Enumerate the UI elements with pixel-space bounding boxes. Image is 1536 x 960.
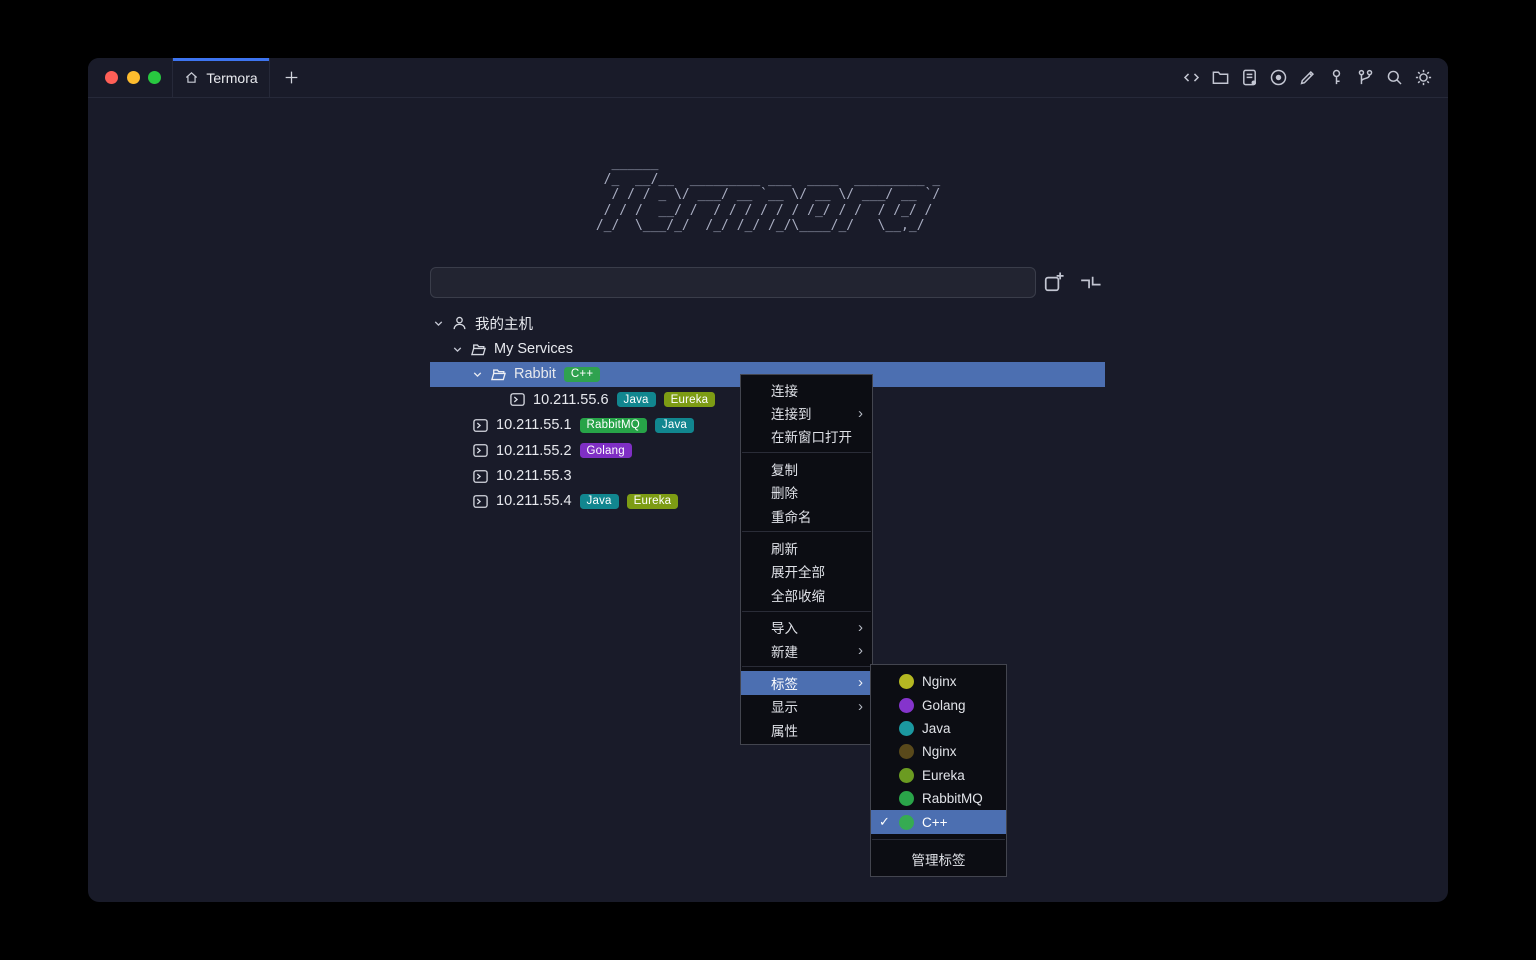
chevron-down-icon[interactable] <box>432 317 445 330</box>
tag-item-java[interactable]: Java <box>871 717 1006 740</box>
banner: ______ /_ __/__ _________ ___ ____ _____… <box>88 156 1448 234</box>
edit-icon[interactable] <box>1298 68 1317 87</box>
tag-badge: Java <box>655 418 694 433</box>
chevron-down-icon[interactable] <box>471 368 484 381</box>
new-tab-button[interactable] <box>270 58 312 97</box>
tab-bar: Termora <box>88 58 1448 98</box>
code-icon[interactable] <box>1182 68 1201 87</box>
branch-icon[interactable] <box>1356 68 1375 87</box>
tag-item-golang[interactable]: Golang <box>871 693 1006 716</box>
tag-item-nginx-1[interactable]: Nginx <box>871 670 1006 693</box>
menu-item-new[interactable]: 新建 › <box>741 639 872 662</box>
host-search-input[interactable] <box>430 267 1036 298</box>
tree-label: 我的主机 <box>475 313 533 334</box>
submenu-arrow-icon: › <box>858 406 863 421</box>
context-menu: 连接 连接到 › 在新窗口打开 复制 删除 重命名 刷新 展开全部 全部收缩 导… <box>740 374 873 745</box>
menu-item-connect-to[interactable]: 连接到 › <box>741 401 872 424</box>
tree-label: 10.211.55.2 <box>496 443 572 459</box>
log-icon[interactable] <box>1240 68 1259 87</box>
record-icon[interactable] <box>1269 68 1288 87</box>
gear-icon[interactable] <box>1414 68 1433 87</box>
tab-termora[interactable]: Termora <box>173 58 270 97</box>
submenu-arrow-icon: › <box>858 699 863 714</box>
tree-row-my-hosts[interactable]: 我的主机 <box>88 311 1448 336</box>
chevron-down-icon[interactable] <box>451 343 464 356</box>
tag-color-dot <box>899 721 914 736</box>
close-button[interactable] <box>105 71 118 84</box>
tag-color-dot <box>899 791 914 806</box>
menu-item-collapse-all[interactable]: 全部收缩 <box>741 583 872 606</box>
folder-open-icon <box>490 366 507 383</box>
menu-item-refresh[interactable]: 刷新 <box>741 536 872 559</box>
menu-item-display[interactable]: 显示 › <box>741 695 872 718</box>
tag-color-dot <box>899 768 914 783</box>
menu-separator <box>742 666 871 667</box>
tag-badge: C++ <box>564 367 600 382</box>
minimize-button[interactable] <box>127 71 140 84</box>
home-icon <box>184 70 199 85</box>
tab-bar-spacer <box>312 58 1182 97</box>
tag-badge: Java <box>580 494 619 509</box>
folder-open-icon <box>470 341 487 358</box>
active-tab-accent <box>173 58 269 61</box>
menu-item-import[interactable]: 导入 › <box>741 616 872 639</box>
tag-color-dot <box>899 698 914 713</box>
tag-color-dot <box>899 744 914 759</box>
tree-label: My Services <box>494 341 573 357</box>
menu-item-delete[interactable]: 删除 <box>741 481 872 504</box>
tree-label: 10.211.55.6 <box>533 392 609 408</box>
submenu-arrow-icon: › <box>858 620 863 635</box>
tag-item-rabbitmq[interactable]: RabbitMQ <box>871 787 1006 810</box>
menu-item-properties[interactable]: 属性 <box>741 718 872 741</box>
tag-badge: Golang <box>580 443 632 458</box>
tree-row-my-services[interactable]: My Services <box>88 336 1448 361</box>
submenu-arrow-icon: › <box>858 643 863 658</box>
tab-label: Termora <box>206 70 257 86</box>
folder-icon[interactable] <box>1211 68 1230 87</box>
terminal-icon <box>472 417 489 434</box>
menu-item-rename[interactable]: 重命名 <box>741 504 872 527</box>
tag-badge: Eureka <box>627 494 679 509</box>
tag-item-eureka[interactable]: Eureka <box>871 764 1006 787</box>
menu-item-connect[interactable]: 连接 <box>741 378 872 401</box>
tag-item-cpp[interactable]: ✓ C++ <box>871 810 1006 833</box>
add-host-icon[interactable] <box>1041 270 1066 295</box>
key-icon[interactable] <box>1327 68 1346 87</box>
zoom-button[interactable] <box>148 71 161 84</box>
terminal-icon <box>472 468 489 485</box>
tag-badge: Java <box>617 392 656 407</box>
menu-separator <box>742 452 871 453</box>
window-controls <box>88 58 173 97</box>
menu-item-tags[interactable]: 标签 › <box>741 671 872 694</box>
terminal-icon <box>472 442 489 459</box>
user-icon <box>451 315 468 332</box>
tree-label: 10.211.55.1 <box>496 417 572 433</box>
tag-color-dot <box>899 815 914 830</box>
tag-color-dot <box>899 674 914 689</box>
menu-separator <box>872 839 1005 840</box>
menu-item-expand-all[interactable]: 展开全部 <box>741 560 872 583</box>
terminal-icon <box>472 493 489 510</box>
tag-submenu: Nginx Golang Java Nginx Eureka RabbitMQ … <box>870 664 1007 877</box>
ascii-logo: ______ /_ __/__ _________ ___ ____ _____… <box>596 156 940 234</box>
submenu-arrow-icon: › <box>858 675 863 690</box>
tag-badge: Eureka <box>664 392 716 407</box>
app-window: Termora <box>88 58 1448 902</box>
toolbar-icons <box>1182 58 1448 97</box>
terminal-icon <box>509 391 526 408</box>
menu-item-open-in-new-window[interactable]: 在新窗口打开 <box>741 425 872 448</box>
search-icon[interactable] <box>1385 68 1404 87</box>
menu-separator <box>742 611 871 612</box>
collapse-all-icon[interactable] <box>1078 270 1103 295</box>
tag-item-nginx-2[interactable]: Nginx <box>871 740 1006 763</box>
menu-separator <box>742 531 871 532</box>
tree-label: Rabbit <box>514 366 556 382</box>
menu-item-copy[interactable]: 复制 <box>741 457 872 480</box>
check-icon: ✓ <box>879 814 899 830</box>
tree-label: 10.211.55.4 <box>496 493 572 509</box>
tag-badge: RabbitMQ <box>580 418 647 433</box>
tree-label: 10.211.55.3 <box>496 468 572 484</box>
manage-tags-button[interactable]: 管理标签 <box>871 845 1006 873</box>
